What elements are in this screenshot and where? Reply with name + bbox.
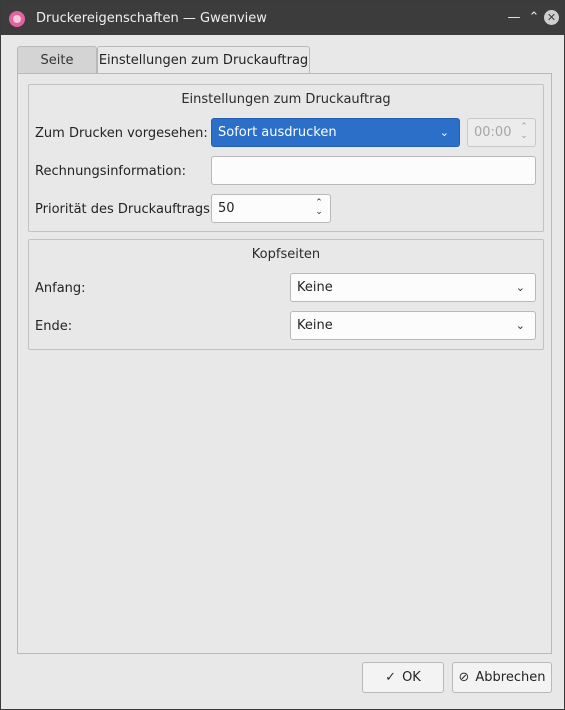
title-bar[interactable]: Druckereigenschaften — Gwenview — ⌃ ✕ [1,1,564,35]
banner-pages-group: Kopfseiten Anfang: Keine ⌄ Ende: Keine ⌄ [28,239,544,350]
end-value: Keine [297,318,333,333]
schedule-combobox[interactable]: Sofort ausdrucken ⌄ [211,118,460,147]
ok-label: OK [402,670,421,685]
spin-arrows-icon: ⌃ ⌄ [520,122,528,141]
chevron-down-icon: ⌄ [515,319,525,332]
schedule-label: Zum Drucken vorgesehen: [35,126,208,141]
end-label: Ende: [35,319,73,334]
time-value: 00:00 [474,125,512,140]
checkmark-icon: ✓ [385,670,397,685]
group-title: Einstellungen zum Druckauftrag [181,92,391,107]
tab-seite[interactable]: Seite [17,46,97,73]
print-properties-dialog: Druckereigenschaften — Gwenview — ⌃ ✕ Se… [0,0,565,710]
tab-panel: Einstellungen zum Druckauftrag Zum Druck… [17,73,552,654]
maximize-icon[interactable]: ⌃ [526,10,542,26]
ok-button[interactable]: ✓ OK [362,662,444,693]
schedule-time-spinbox: 00:00 ⌃ ⌄ [467,118,536,147]
cancel-icon: ⊘ [458,670,470,685]
billing-input[interactable] [211,156,536,185]
schedule-value: Sofort ausdrucken [218,125,337,140]
spin-arrows-icon[interactable]: ⌃ ⌄ [314,199,324,217]
priority-value: 50 [218,201,235,216]
close-icon[interactable]: ✕ [544,10,559,25]
tab-job-settings[interactable]: Einstellungen zum Druckauftrag [97,46,310,74]
cancel-label: Abbrechen [475,670,546,685]
gwenview-icon [9,11,25,27]
group-title: Kopfseiten [251,247,321,262]
chevron-down-icon: ⌄ [439,126,449,139]
priority-label: Priorität des Druckauftrags: [35,202,215,217]
cancel-button[interactable]: ⊘ Abbrechen [452,662,552,693]
start-banner-combobox[interactable]: Keine ⌄ [290,273,536,302]
end-banner-combobox[interactable]: Keine ⌄ [290,311,536,340]
start-value: Keine [297,280,333,295]
window-title: Druckereigenschaften — Gwenview [36,11,267,26]
priority-spinbox[interactable]: 50 ⌃ ⌄ [211,194,331,223]
job-settings-group: Einstellungen zum Druckauftrag Zum Druck… [28,84,544,232]
billing-label: Rechnungsinformation: [35,164,186,179]
start-label: Anfang: [35,281,86,296]
minimize-icon[interactable]: — [506,10,522,26]
chevron-down-icon: ⌄ [515,281,525,294]
